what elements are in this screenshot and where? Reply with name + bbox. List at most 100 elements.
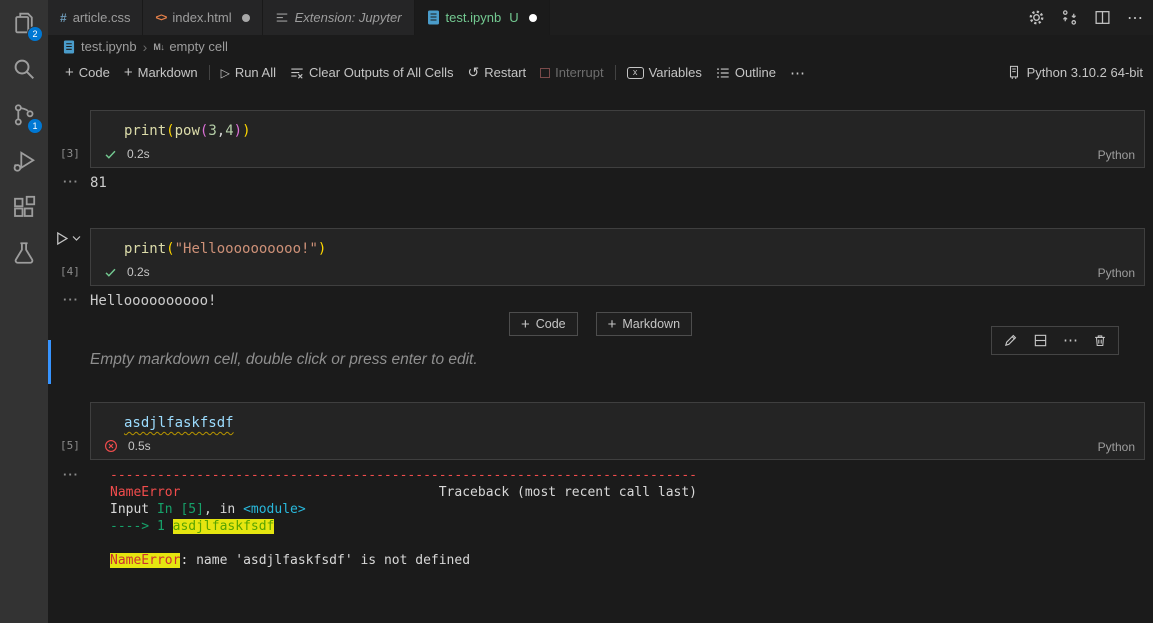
output-text: 81 (90, 175, 107, 191)
add-code-button[interactable]: + Code (58, 62, 117, 84)
output-collapse-button[interactable]: ··· (48, 467, 90, 569)
kernel-environment-icon (1009, 65, 1018, 79)
variables-icon: x (626, 66, 644, 79)
git-untracked-badge: U (509, 10, 519, 25)
clear-outputs-button[interactable]: Clear Outputs of All Cells (283, 62, 461, 84)
execution-count: [3] (60, 147, 80, 160)
search-icon[interactable] (0, 46, 48, 92)
cell-4-output: ··· Helloooooooooo! (48, 292, 1153, 311)
insert-markdown-button[interactable]: + Markdown (595, 312, 693, 336)
cell-language[interactable]: Python (1098, 148, 1135, 162)
breadcrumb-file[interactable]: test.ipynb (81, 39, 137, 54)
add-icon: + (520, 315, 530, 333)
tab-index-html[interactable]: <> index.html (143, 0, 263, 35)
edit-pencil-icon[interactable] (1003, 333, 1018, 348)
code-cell-5: [5] asdjlfaskfsdf 0.5s Python (48, 402, 1145, 460)
notebook-file-icon (427, 10, 439, 25)
tab-label: index.html (172, 10, 232, 25)
run-debug-icon[interactable] (0, 138, 48, 184)
traceback-line: ----> 1 asdjlfaskfsdf (110, 519, 275, 534)
interrupt-button[interactable]: Interrupt (533, 62, 610, 84)
code-line[interactable]: asdjlfaskfsdf (91, 403, 1144, 432)
notebook-toolbar: + Code + Markdown ▷ Run All Clear Output… (48, 58, 1153, 87)
clear-all-icon (291, 67, 303, 79)
run-all-button[interactable]: ▷ Run All (214, 62, 283, 84)
tab-article-css[interactable]: # article.css (48, 0, 144, 35)
code-editor[interactable]: print("Helloooooooooo!") 0.2s Python (90, 228, 1145, 286)
cell-status: 0.2s (104, 265, 150, 279)
cell-gutter: [5] (48, 402, 90, 460)
code-cell-4: [4] print("Helloooooooooo!") 0.2s Python (48, 228, 1145, 286)
cell-language[interactable]: Python (1098, 266, 1135, 280)
traceback-line: NameError Traceback (most recent call la… (110, 485, 698, 500)
editor-actions: ⋯ (1028, 0, 1143, 35)
delete-cell-trash-icon[interactable] (1093, 333, 1107, 348)
scm-badge: 1 (27, 118, 43, 134)
run-icon (57, 231, 69, 246)
swap-editors-icon[interactable] (1061, 9, 1078, 26)
output-collapse-button[interactable]: ··· (48, 292, 90, 311)
tab-label: Extension: Jupyter (294, 10, 402, 25)
execution-count: [4] (60, 265, 80, 278)
explorer-badge: 2 (27, 26, 43, 42)
run-cell-button[interactable] (53, 230, 81, 247)
notebook-editor: [3] print(pow(3,4)) 0.2s Python ··· 81 [… (48, 87, 1153, 623)
run-all-icon: ▷ (220, 65, 230, 80)
restart-icon: ↺ (467, 64, 480, 80)
success-check-icon (105, 150, 116, 159)
add-icon: + (65, 64, 74, 81)
add-icon: + (607, 315, 617, 333)
code-editor[interactable]: asdjlfaskfsdf 0.5s Python (90, 402, 1145, 460)
code-cell-3: [3] print(pow(3,4)) 0.2s Python (48, 110, 1145, 168)
settings-gear-icon[interactable] (1028, 9, 1045, 26)
interrupt-stop-icon (540, 67, 551, 78)
markdown-cell: ⋯ Empty markdown cell, double click or p… (48, 326, 1145, 386)
variables-button[interactable]: x Variables (620, 62, 709, 84)
split-cell-icon[interactable] (1033, 333, 1048, 348)
tab-label: test.ipynb (445, 10, 502, 25)
cell-language[interactable]: Python (1098, 440, 1135, 454)
toolbar-more-button[interactable]: ⋯ (783, 62, 812, 84)
toolbar-divider (208, 65, 210, 80)
tab-bar: # article.css <> index.html Extension: J… (48, 0, 1153, 35)
add-markdown-button[interactable]: + Markdown (117, 62, 205, 84)
breadcrumb-cell[interactable]: M↓ empty cell (153, 39, 228, 54)
split-editor-icon[interactable] (1094, 9, 1111, 26)
outline-button[interactable]: Outline (709, 62, 783, 84)
output-text: Helloooooooooo! (90, 293, 217, 309)
more-icon: ⋯ (790, 64, 806, 82)
explorer-icon[interactable]: 2 (0, 0, 48, 46)
add-icon: + (123, 64, 133, 81)
traceback-line (110, 535, 697, 552)
restart-button[interactable]: ↺ Restart (461, 62, 534, 84)
more-actions-icon[interactable]: ⋯ (1127, 8, 1143, 28)
insert-code-button[interactable]: + Code (508, 312, 578, 336)
code-line[interactable]: print("Helloooooooooo!") (91, 229, 1144, 258)
markdown-icon: M↓ (153, 41, 165, 52)
tab-label: article.css (72, 10, 131, 25)
toolbar-divider (614, 65, 616, 80)
tab-test-ipynb[interactable]: test.ipynb U (414, 0, 550, 35)
execution-time: 0.2s (127, 265, 150, 279)
modified-dot-icon[interactable] (528, 13, 537, 22)
tab-extension-jupyter[interactable]: Extension: Jupyter (262, 0, 415, 35)
markdown-placeholder[interactable]: Empty markdown cell, double click or pre… (48, 338, 1145, 369)
testing-flask-icon[interactable] (0, 230, 48, 276)
notebook-file-icon (63, 40, 75, 53)
source-control-icon[interactable]: 1 (0, 92, 48, 138)
insert-cell-bar: + Code + Markdown (48, 312, 1153, 336)
breadcrumb: test.ipynb › M↓ empty cell (48, 35, 1153, 58)
extensions-icon[interactable] (0, 184, 48, 230)
cell-status: 0.5s (104, 439, 151, 453)
kernel-picker[interactable]: Python 3.10.2 64-bit (1007, 65, 1143, 80)
execution-count: [5] (60, 439, 80, 452)
output-collapse-button[interactable]: ··· (48, 174, 90, 193)
cell-more-icon[interactable]: ⋯ (1063, 333, 1078, 348)
chevron-down-icon (72, 236, 81, 241)
code-line[interactable]: print(pow(3,4)) (91, 111, 1144, 140)
code-editor[interactable]: print(pow(3,4)) 0.2s Python (90, 110, 1145, 168)
kernel-label: Python 3.10.2 64-bit (1026, 65, 1143, 80)
modified-dot-icon[interactable] (241, 13, 250, 22)
focused-cell-indicator (48, 340, 51, 384)
breadcrumb-separator: › (142, 38, 148, 55)
